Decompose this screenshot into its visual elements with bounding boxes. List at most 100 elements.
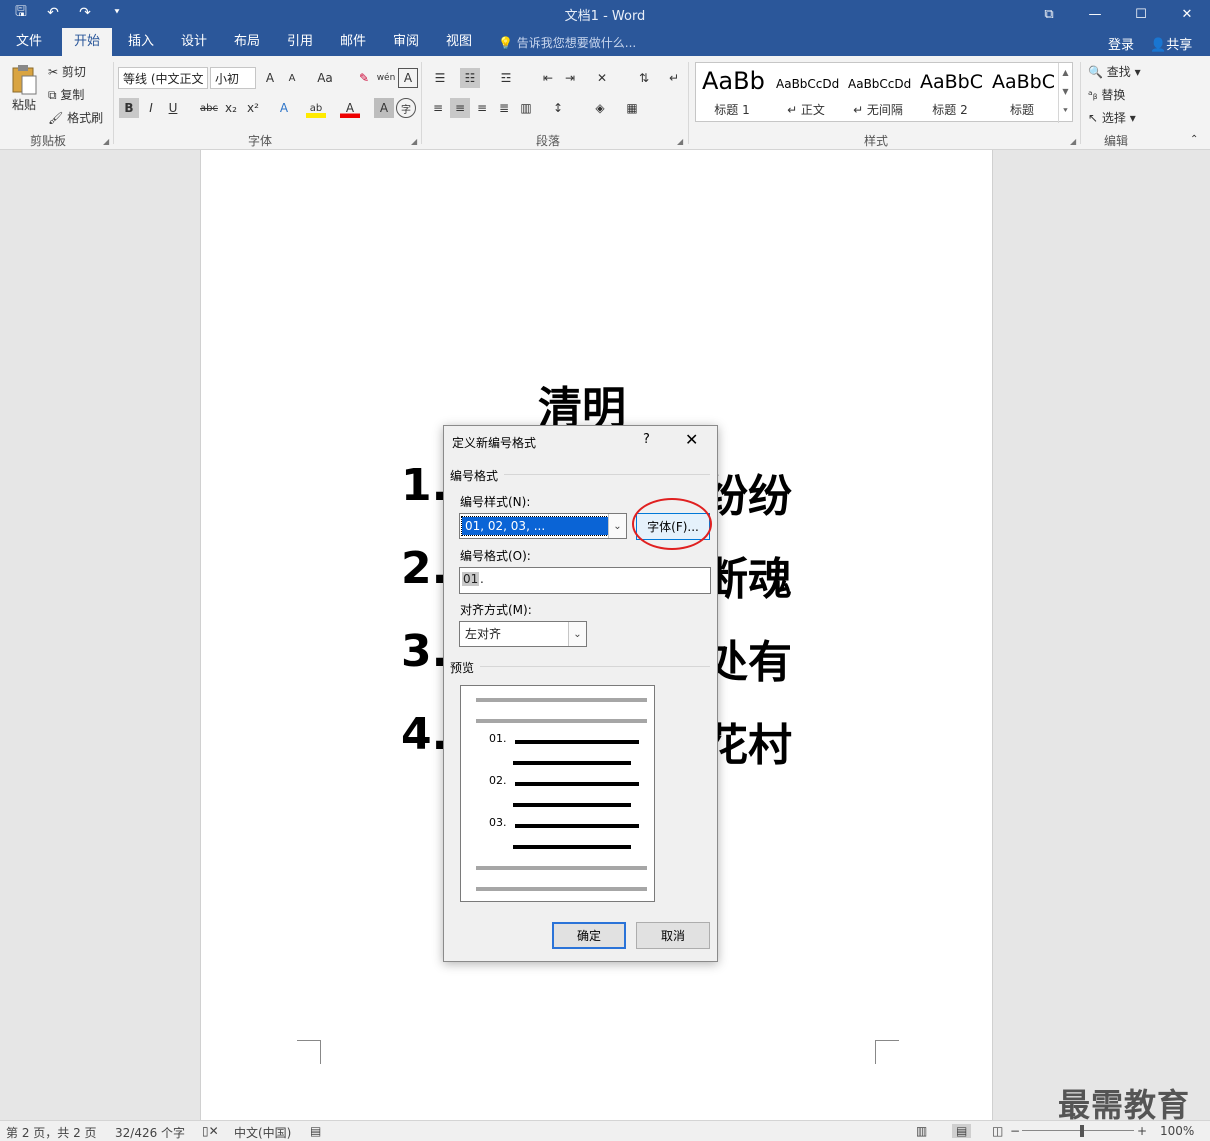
tab-review[interactable]: 审阅	[381, 28, 431, 56]
preview-box: 01. 02. 03.	[460, 685, 655, 902]
font-name-value: 等线 (中文正文	[123, 72, 204, 86]
borders-icon[interactable]: ▦	[622, 98, 642, 118]
text-effects-button[interactable]: A	[274, 98, 294, 118]
zoom-in-icon[interactable]: +	[1137, 1124, 1147, 1138]
sort-icon[interactable]: ⇅	[634, 68, 654, 88]
bold-button[interactable]: B	[119, 98, 139, 118]
clear-formatting-button[interactable]: ✎	[354, 68, 374, 88]
preview-section-label: 预览	[450, 661, 475, 675]
bullets-icon[interactable]: ☰	[430, 68, 450, 88]
tell-me-search[interactable]: 💡 告诉我您想要做什么...	[498, 34, 636, 51]
grow-font-button[interactable]: A	[260, 68, 280, 88]
ok-button[interactable]: 确定	[552, 922, 626, 949]
language-indicator[interactable]: 中文(中国)	[234, 1124, 291, 1141]
strikethrough-button[interactable]: abc	[197, 98, 221, 118]
tab-home[interactable]: 开始	[62, 28, 113, 56]
multilevel-list-icon[interactable]: ☲	[496, 68, 516, 88]
font-size-combo[interactable]: 小初	[210, 67, 256, 89]
font-color-button[interactable]: A	[340, 98, 360, 118]
read-mode-icon[interactable]: ▥	[916, 1124, 927, 1138]
tab-references[interactable]: 引用	[275, 28, 325, 56]
copy-button[interactable]: ⧉ 复制	[48, 86, 84, 103]
style-heading-2[interactable]: AaBbC 标题 2	[914, 63, 986, 123]
number-format-input[interactable]: 01 .	[459, 567, 711, 594]
paste-icon[interactable]	[10, 64, 42, 95]
clipboard-launcher-icon[interactable]: ◢	[103, 137, 109, 146]
chinese-layout-icon[interactable]: ✕	[592, 68, 612, 88]
zoom-out-icon[interactable]: −	[1010, 1124, 1020, 1138]
tab-design[interactable]: 设计	[169, 28, 219, 56]
share-button[interactable]: 👤共享	[1150, 34, 1192, 53]
word-count[interactable]: 32/426 个字	[115, 1124, 185, 1141]
number-style-label: 编号样式(N):	[460, 495, 531, 509]
minimize-button[interactable]: —	[1072, 0, 1118, 28]
enclose-characters-button[interactable]: 字	[396, 98, 416, 118]
select-button[interactable]: ↖ 选择 ▾	[1088, 109, 1136, 126]
replace-button[interactable]: ᵃᵦ 替换	[1088, 86, 1125, 103]
zoom-slider-thumb[interactable]	[1080, 1125, 1084, 1137]
decrease-indent-icon[interactable]: ⇤	[538, 68, 558, 88]
increase-indent-icon[interactable]: ⇥	[560, 68, 580, 88]
paste-button[interactable]: 粘贴	[12, 96, 36, 113]
alignment-select[interactable]: 左对齐 ⌄	[459, 621, 587, 647]
maximize-button[interactable]: ☐	[1118, 0, 1164, 28]
dialog-close-button[interactable]: ✕	[685, 430, 698, 449]
italic-button[interactable]: I	[141, 98, 161, 118]
page-count[interactable]: 第 2 页，共 2 页	[6, 1124, 97, 1141]
phonetic-guide-button[interactable]: wén	[376, 68, 396, 88]
styles-launcher-icon[interactable]: ◢	[1070, 137, 1076, 146]
character-border-button[interactable]: A	[398, 68, 418, 88]
superscript-button[interactable]: x²	[243, 98, 263, 118]
section-divider	[504, 474, 710, 475]
format-painter-button[interactable]: 🖌 格式刷	[48, 109, 103, 126]
sign-in-link[interactable]: 登录	[1108, 34, 1134, 53]
style-no-spacing[interactable]: AaBbCcDd ↵ 无间隔	[842, 63, 914, 123]
line-spacing-icon[interactable]: ↕	[548, 98, 568, 118]
shrink-font-button[interactable]: A	[282, 68, 302, 88]
highlight-button[interactable]: ab	[306, 98, 326, 118]
character-shading-button[interactable]: A	[374, 98, 394, 118]
ribbon-display-options-icon[interactable]: ⧉	[1026, 0, 1072, 28]
tab-insert[interactable]: 插入	[116, 28, 166, 56]
find-label: 查找	[1106, 65, 1131, 79]
proofing-icon[interactable]: ▯✕	[202, 1124, 219, 1138]
justify-icon[interactable]: ≣	[494, 98, 514, 118]
macro-icon[interactable]: ▤	[310, 1124, 321, 1138]
align-right-icon[interactable]: ≡	[472, 98, 492, 118]
change-case-button[interactable]: Aa	[312, 68, 338, 88]
align-left-icon[interactable]: ≡	[428, 98, 448, 118]
chevron-down-icon[interactable]: ⌄	[568, 622, 586, 646]
cut-button[interactable]: ✂ 剪切	[48, 63, 86, 80]
align-center-icon[interactable]: ≡	[450, 98, 470, 118]
underline-button[interactable]: U	[163, 98, 183, 118]
tab-view[interactable]: 视图	[434, 28, 484, 56]
show-formatting-icon[interactable]: ↵	[664, 68, 684, 88]
cancel-button[interactable]: 取消	[636, 922, 710, 949]
styles-scroll-icon[interactable]: ▲ ▼ ⯆	[1058, 63, 1072, 123]
list-number: 3.	[401, 626, 449, 677]
find-button[interactable]: 🔍 查找 ▾	[1088, 63, 1141, 80]
print-layout-icon[interactable]: ▤	[952, 1124, 972, 1138]
zoom-level[interactable]: 100%	[1160, 1124, 1194, 1138]
chevron-down-icon[interactable]: ⌄	[608, 514, 626, 538]
style-normal[interactable]: AaBbCcDd ↵ 正文	[770, 63, 842, 123]
tab-layout[interactable]: 布局	[222, 28, 272, 56]
subscript-button[interactable]: x₂	[221, 98, 241, 118]
distributed-icon[interactable]: ▥	[516, 98, 536, 118]
font-launcher-icon[interactable]: ◢	[411, 137, 417, 146]
number-style-select[interactable]: 01, 02, 03, ... ⌄	[459, 513, 627, 539]
numbering-icon[interactable]: ☷	[460, 68, 480, 88]
style-title[interactable]: AaBbC 标题	[986, 63, 1058, 123]
shading-icon[interactable]: ◈	[590, 98, 610, 118]
help-button[interactable]: ?	[643, 432, 650, 447]
font-name-combo[interactable]: 等线 (中文正文	[118, 67, 208, 89]
tab-mailings[interactable]: 邮件	[328, 28, 378, 56]
tab-file[interactable]: 文件	[4, 28, 54, 56]
paragraph-launcher-icon[interactable]: ◢	[677, 137, 683, 146]
zoom-slider-track[interactable]	[1022, 1130, 1134, 1131]
style-sample: AaBbC	[920, 71, 984, 93]
web-layout-icon[interactable]: ◫	[992, 1124, 1003, 1138]
collapse-ribbon-icon[interactable]: ⌃	[1190, 134, 1198, 145]
style-heading-1[interactable]: AaBb 标题 1	[696, 63, 768, 123]
close-window-button[interactable]: ✕	[1164, 0, 1210, 28]
